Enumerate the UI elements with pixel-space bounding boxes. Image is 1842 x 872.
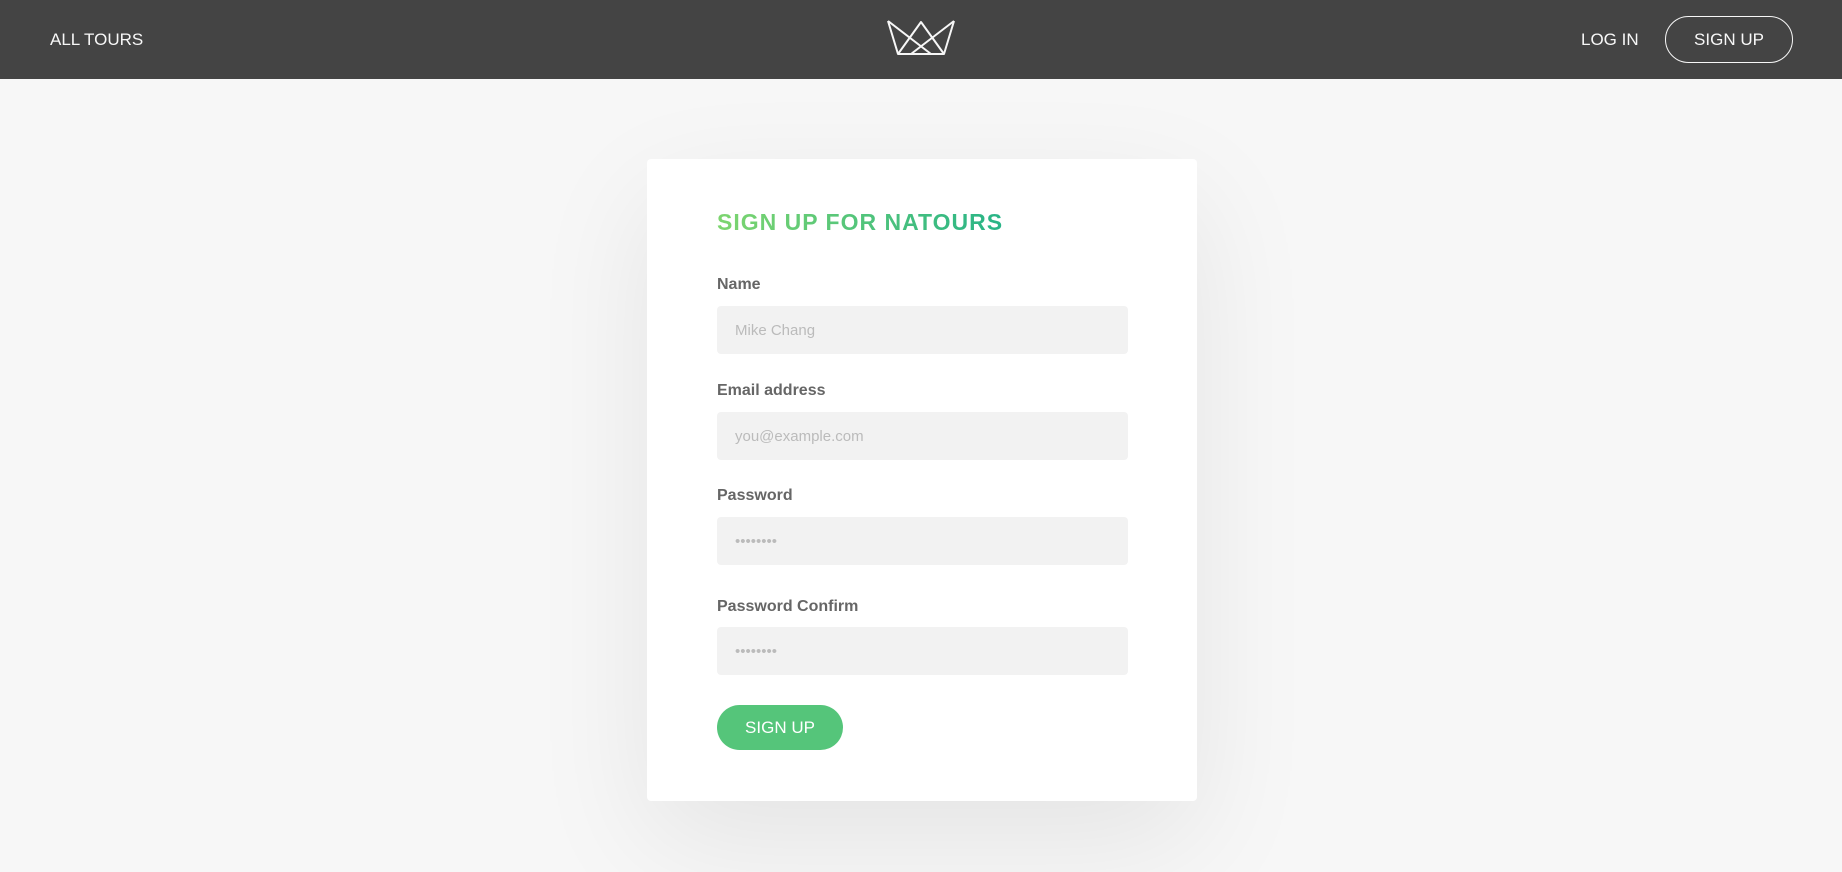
nav-all-tours-link[interactable]: ALL TOURS bbox=[50, 0, 143, 79]
email-field-label: Email address bbox=[717, 382, 826, 399]
password-field-label: Password bbox=[717, 487, 793, 504]
nav-login-link[interactable]: LOG IN bbox=[1581, 0, 1639, 79]
password-confirm-field-label: Password Confirm bbox=[717, 598, 859, 615]
top-navigation-bar: ALL TOURS LOG IN SIGN UP bbox=[0, 0, 1842, 79]
crown-logo-icon[interactable] bbox=[886, 18, 956, 56]
signup-submit-button[interactable]: SIGN UP bbox=[717, 705, 843, 750]
name-input[interactable] bbox=[717, 306, 1128, 354]
nav-signup-button[interactable]: SIGN UP bbox=[1665, 16, 1793, 63]
password-input[interactable] bbox=[717, 517, 1128, 565]
email-input[interactable] bbox=[717, 412, 1128, 460]
signup-form-card: SIGN UP FOR NATOURS Name Email address P… bbox=[647, 159, 1197, 801]
signup-form-title: SIGN UP FOR NATOURS bbox=[717, 209, 1004, 235]
name-field-label: Name bbox=[717, 276, 761, 293]
password-confirm-input[interactable] bbox=[717, 627, 1128, 675]
